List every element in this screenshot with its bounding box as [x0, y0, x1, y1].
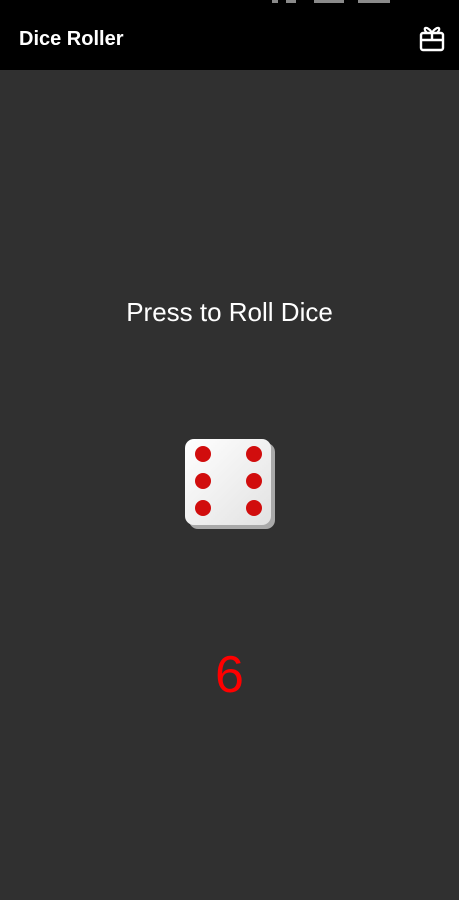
roll-prompt: Press to Roll Dice [126, 297, 333, 327]
status-indicator [314, 0, 344, 3]
status-indicator [358, 0, 390, 3]
status-indicator [272, 0, 278, 3]
app-bar: Dice Roller [0, 6, 459, 70]
die-six-icon[interactable] [184, 438, 276, 530]
main-content: Press to Roll Dice 6 [0, 70, 459, 900]
status-indicator [286, 0, 296, 3]
roll-result: 6 [215, 646, 244, 704]
present-gift-icon[interactable] [418, 25, 446, 53]
app-title: Dice Roller [19, 28, 124, 50]
